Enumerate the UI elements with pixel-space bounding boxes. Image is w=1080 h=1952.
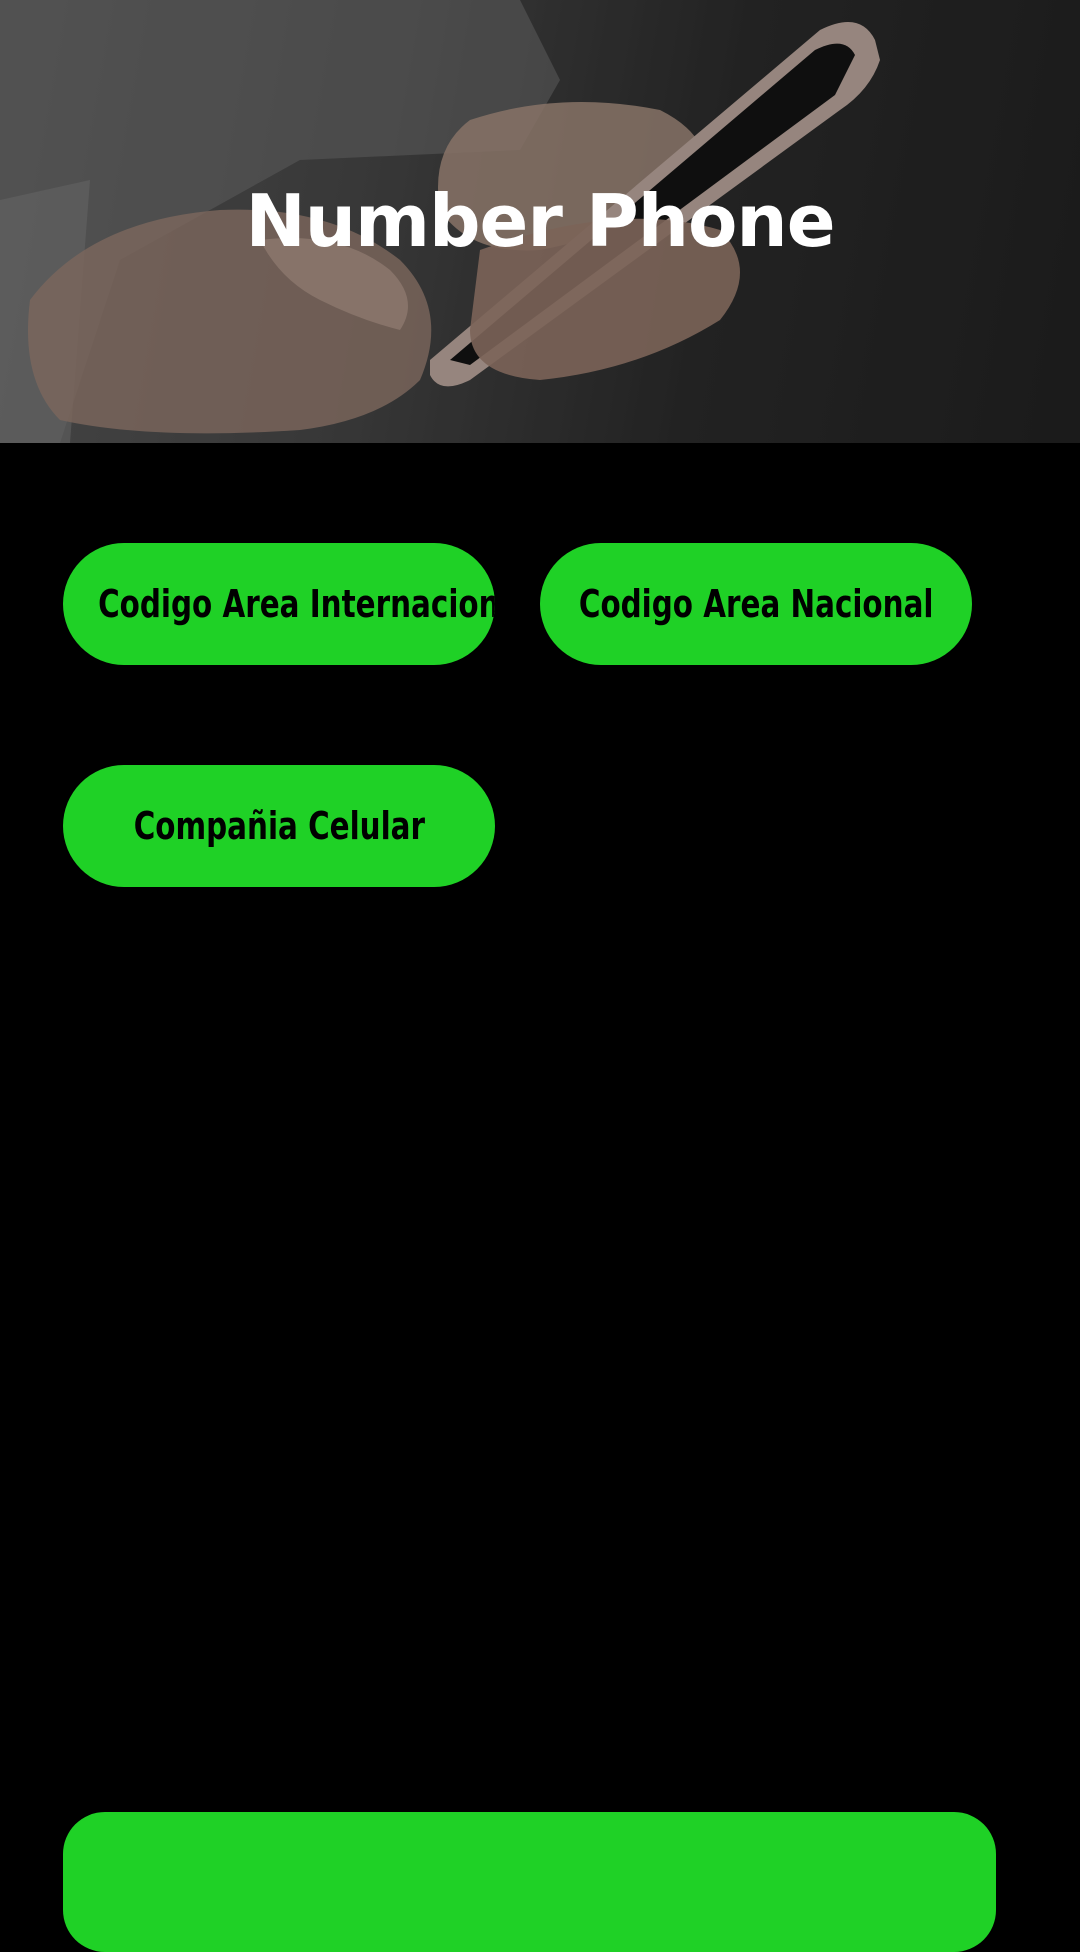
- codigo-area-nacional-label: Codigo Area Nacional: [578, 582, 934, 626]
- page-title: Number Phone: [245, 179, 835, 263]
- codigo-area-internacional-label: Codigo Area Internacional: [98, 582, 495, 626]
- compania-celular-label: Compañia Celular: [133, 804, 425, 848]
- codigo-area-internacional-button[interactable]: Codigo Area Internacional: [63, 543, 495, 665]
- bottom-panel: [63, 1812, 996, 1952]
- hero-banner: Number Phone: [0, 0, 1080, 443]
- compania-celular-button[interactable]: Compañia Celular: [63, 765, 495, 887]
- codigo-area-nacional-button[interactable]: Codigo Area Nacional: [540, 543, 972, 665]
